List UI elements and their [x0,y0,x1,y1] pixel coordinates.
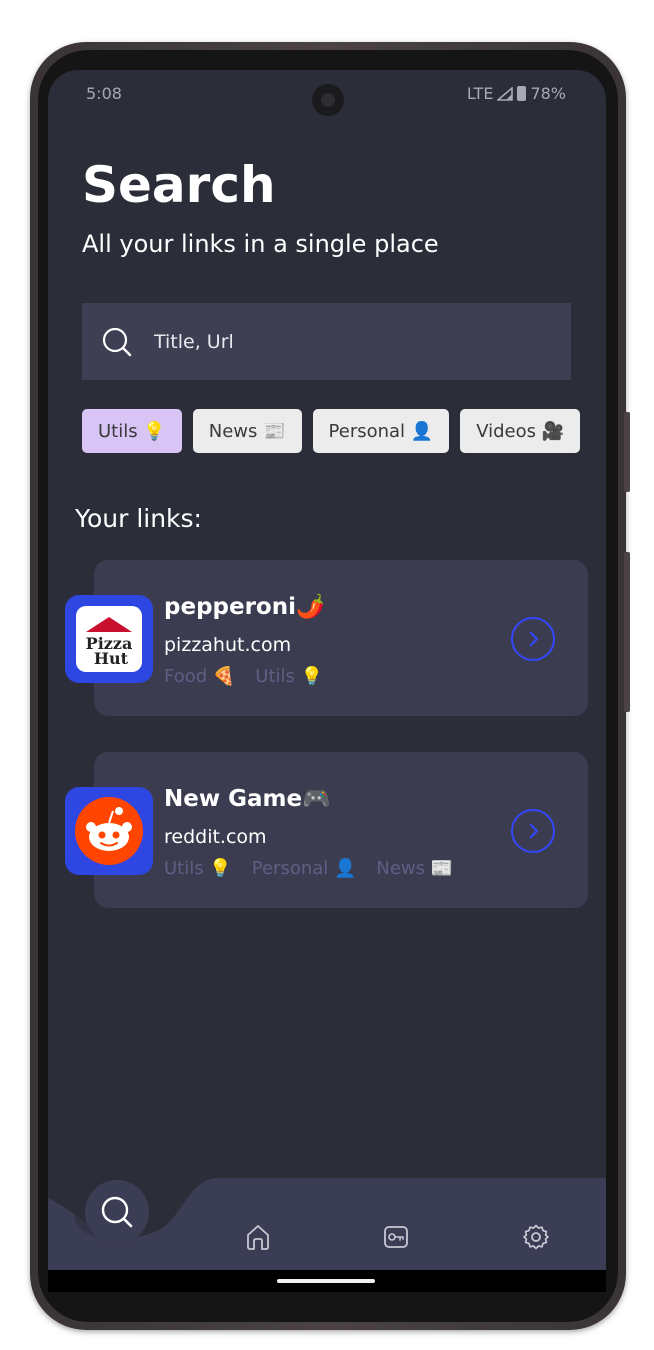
link-tags: Food 🍕 Utils 💡 [164,666,323,687]
status-time: 5:08 [86,84,122,103]
open-link-button[interactable] [511,617,555,661]
battery-icon [517,86,527,101]
filter-chip-videos[interactable]: Videos 🎥 [460,409,581,453]
battery-level: 78% [530,84,566,103]
link-tag: Personal 👤 [251,858,357,879]
page-title: Search [82,156,276,214]
link-tags: Utils 💡 Personal 👤 News 📰 [164,858,453,879]
link-title: pepperoni🌶️ [164,594,325,620]
pizzahut-logo-icon: Pizza Hut [65,595,153,683]
chevron-right-icon [529,631,539,647]
links-section-title: Your links: [75,504,202,533]
reddit-logo-icon [65,787,153,875]
volume-button [624,552,630,712]
front-camera [312,84,344,116]
link-tag: Utils 💡 [164,858,232,879]
svg-text:Hut: Hut [94,649,129,668]
link-domain: pizzahut.com [164,634,292,656]
nav-settings-button[interactable] [521,1222,551,1252]
status-bar: 5:08 LTE 78% [48,70,606,118]
search-icon [102,327,132,356]
nav-passwords-button[interactable] [381,1222,411,1252]
gear-icon [523,1224,549,1250]
open-link-button[interactable] [511,809,555,853]
app-screen: 5:08 LTE 78% Search All your links in a … [48,70,606,1292]
search-input[interactable] [154,330,534,353]
link-tag: Utils 💡 [255,666,324,687]
chevron-right-icon [529,823,539,839]
search-bar[interactable] [82,303,571,380]
link-domain: reddit.com [164,826,267,848]
filter-chip-news[interactable]: News 📰 [192,409,302,453]
search-icon [101,1196,133,1228]
nav-home-button[interactable] [243,1222,273,1252]
filter-chips: Utils 💡 News 📰 Personal 👤 Videos 🎥 [82,409,581,453]
home-gesture-bar[interactable] [277,1279,375,1283]
filter-chip-personal[interactable]: Personal 👤 [312,409,450,453]
filter-chip-utils[interactable]: Utils 💡 [82,409,182,453]
link-tag: News 📰 [376,858,454,879]
signal-icon [497,86,514,101]
status-indicators: LTE 78% [467,84,566,103]
link-title: New Game🎮 [164,786,331,812]
network-label: LTE [466,84,494,103]
nav-search-button[interactable] [85,1180,149,1244]
key-icon [384,1226,408,1248]
home-icon [247,1225,269,1250]
link-tag: Food 🍕 [164,666,236,687]
power-button [624,412,630,492]
page-subtitle: All your links in a single place [82,230,439,258]
